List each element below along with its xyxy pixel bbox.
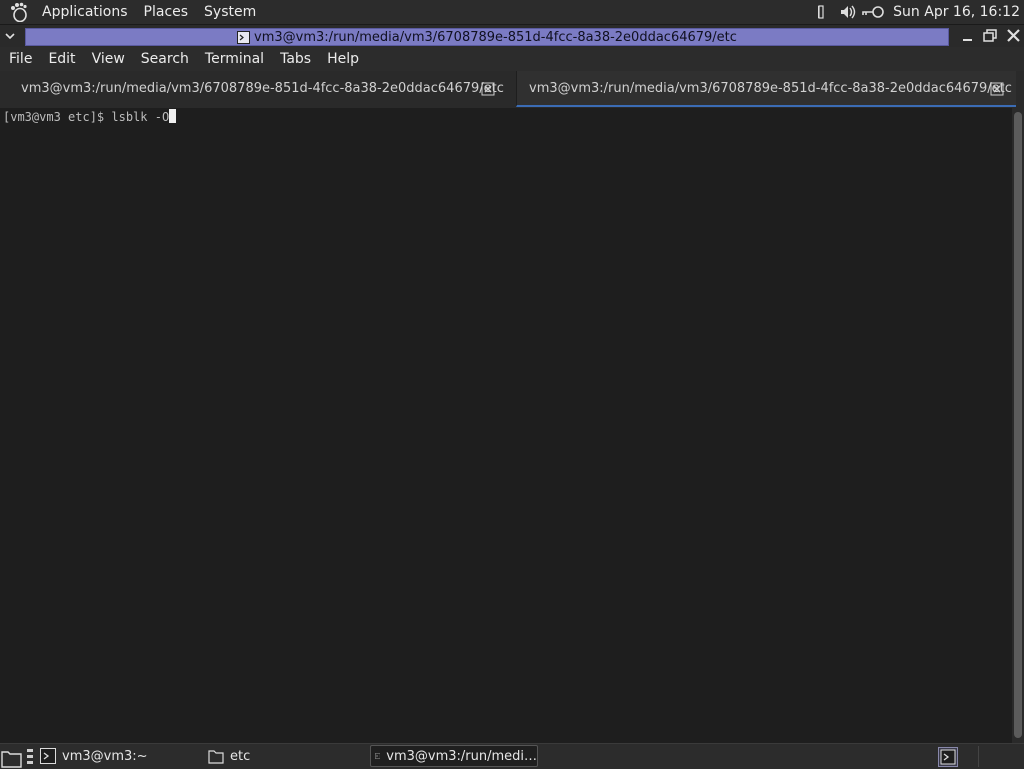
workspace-switcher-icon[interactable] <box>938 747 958 767</box>
show-desktop-icon[interactable] <box>1 746 23 768</box>
maximize-button[interactable] <box>982 27 999 44</box>
taskbar-item-terminal-etc[interactable]: vm3@vm3:/run/medi… <box>370 745 538 767</box>
tab-1-label: vm3@vm3:/run/media/vm3/6708789e-851d-4fc… <box>21 81 504 96</box>
network-icon[interactable] <box>817 3 835 21</box>
text-cursor <box>169 109 177 123</box>
window-title: vm3@vm3:/run/media/vm3/6708789e-851d-4fc… <box>25 28 949 46</box>
menu-file[interactable]: File <box>0 51 40 67</box>
tab-2-label: vm3@vm3:/run/media/vm3/6708789e-851d-4fc… <box>529 81 1012 96</box>
bottom-panel: vm3@vm3:~ etc vm3@vm3:/run/medi… <box>0 743 1024 769</box>
panel-handle-icon[interactable] <box>27 749 33 764</box>
prompt-line: [vm3@vm3 etc]$ lsblk -O <box>3 109 177 124</box>
scrollbar-thumb[interactable] <box>1014 112 1022 738</box>
tab-2[interactable]: vm3@vm3:/run/media/vm3/6708789e-851d-4fc… <box>516 71 1016 107</box>
taskbar-item-label: vm3@vm3:~ <box>62 748 148 764</box>
tab-2-close-icon[interactable] <box>990 82 1004 96</box>
tab-1-close-icon[interactable] <box>481 82 495 96</box>
menubar: File Edit View Search Terminal Tabs Help <box>0 47 1024 71</box>
gnome-foot-icon[interactable] <box>9 2 29 22</box>
top-panel: Applications Places System Sun Apr 16, 1… <box>0 0 1024 25</box>
system-menu[interactable]: System <box>196 4 264 20</box>
terminal-icon <box>375 753 381 759</box>
terminal-area[interactable]: [vm3@vm3 etc]$ lsblk -O <box>0 108 1012 743</box>
command-text: lsblk -O <box>111 110 170 124</box>
clock[interactable]: Sun Apr 16, 16:12 <box>893 4 1020 20</box>
close-button[interactable] <box>1005 27 1022 44</box>
folder-icon <box>208 750 224 764</box>
tab-1[interactable]: vm3@vm3:/run/media/vm3/6708789e-851d-4fc… <box>0 71 516 107</box>
prompt: [vm3@vm3 etc]$ <box>3 110 112 124</box>
keyring-icon[interactable] <box>861 3 885 21</box>
volume-icon[interactable] <box>839 3 857 21</box>
menu-view[interactable]: View <box>84 51 133 67</box>
window-titlebar[interactable]: vm3@vm3:/run/media/vm3/6708789e-851d-4fc… <box>0 25 1024 47</box>
tab-bar: vm3@vm3:/run/media/vm3/6708789e-851d-4fc… <box>0 71 1024 109</box>
menu-help[interactable]: Help <box>319 51 367 67</box>
minimize-button[interactable] <box>959 27 976 44</box>
menu-edit[interactable]: Edit <box>40 51 83 67</box>
menu-tabs[interactable]: Tabs <box>272 51 319 67</box>
window-menu-button[interactable] <box>0 26 20 46</box>
menu-search[interactable]: Search <box>133 51 197 67</box>
taskbar-item-label: etc <box>230 748 251 764</box>
places-menu[interactable]: Places <box>136 4 197 20</box>
chevron-down-icon <box>5 33 15 40</box>
terminal-icon <box>40 748 56 764</box>
taskbar-item-label: vm3@vm3:/run/medi… <box>386 748 537 764</box>
terminal-scrollbar[interactable] <box>1012 108 1024 743</box>
window-title-text: vm3@vm3:/run/media/vm3/6708789e-851d-4fc… <box>254 29 737 45</box>
applications-menu[interactable]: Applications <box>34 4 136 20</box>
taskbar-item-etc[interactable]: etc <box>206 745 366 767</box>
panel-separator <box>978 746 979 767</box>
taskbar-item-terminal-home[interactable]: vm3@vm3:~ <box>38 745 198 767</box>
terminal-icon <box>237 30 251 44</box>
menu-terminal[interactable]: Terminal <box>197 51 272 67</box>
